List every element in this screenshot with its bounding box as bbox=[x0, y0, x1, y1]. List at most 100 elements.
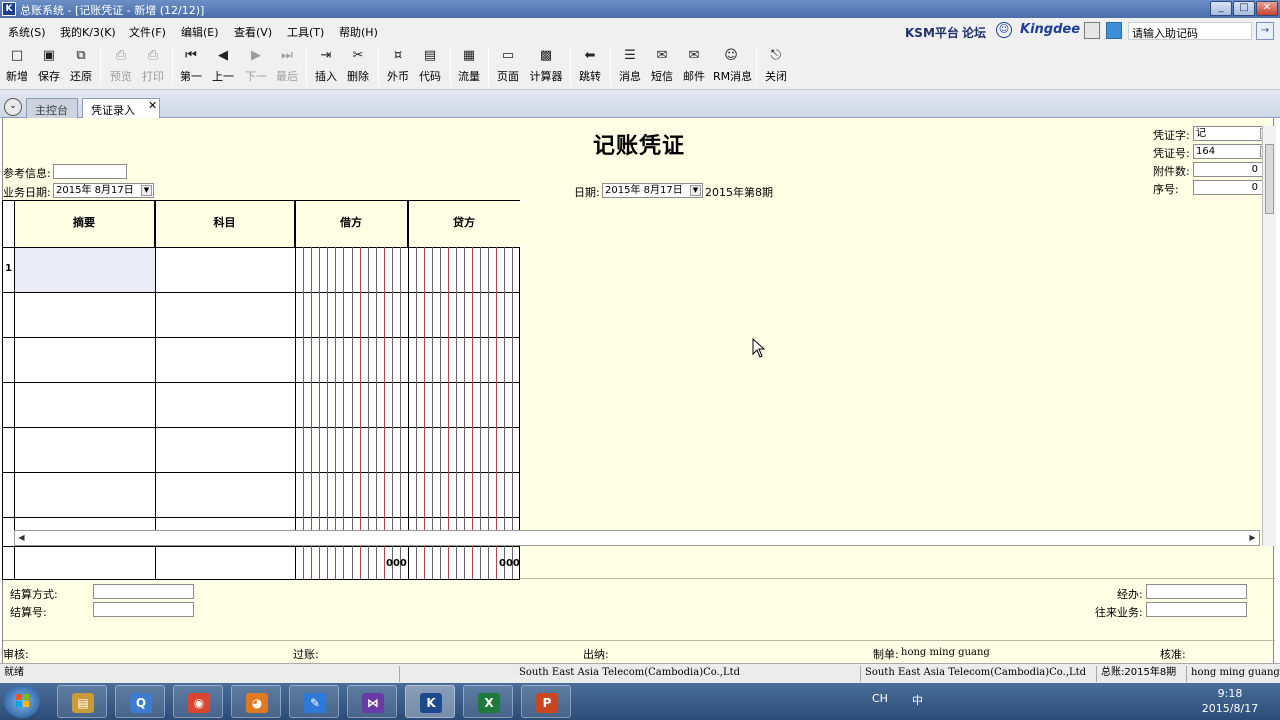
menu-my-k3[interactable]: 我的K/3(K) bbox=[60, 24, 116, 40]
menu-system[interactable]: 系统(S) bbox=[8, 24, 46, 40]
vertical-scrollbar[interactable] bbox=[1262, 126, 1276, 546]
help-code-go-button[interactable]: → bbox=[1256, 22, 1274, 40]
ksm-platform-link[interactable]: KSM平台 bbox=[905, 24, 959, 41]
clock[interactable]: 9:18 2015/8/17 bbox=[1200, 686, 1260, 716]
close-tab-icon[interactable]: ✕ bbox=[148, 99, 157, 112]
taskbar-firefox[interactable]: ◕ bbox=[231, 685, 281, 718]
scrollbar-thumb[interactable] bbox=[1265, 144, 1274, 214]
page-button[interactable]: ▭ 页面 bbox=[495, 46, 521, 88]
forum-link[interactable]: 论坛 bbox=[962, 24, 986, 41]
help-code-input[interactable]: 请输入助记码 bbox=[1128, 22, 1252, 40]
delete-icon: ✂ bbox=[352, 48, 364, 63]
excel-icon: X bbox=[478, 693, 500, 713]
menu-tools[interactable]: 工具(T) bbox=[287, 24, 324, 40]
voucher-no-input[interactable]: 164 ▼ bbox=[1193, 144, 1273, 159]
next-button[interactable]: ▶ 下一 bbox=[243, 46, 269, 88]
previous-button[interactable]: ◀ 上一 bbox=[210, 46, 236, 88]
attachments-stepper[interactable]: 0 ▲ ▼ bbox=[1193, 162, 1273, 177]
column-credit: 贷方 bbox=[408, 201, 520, 247]
menu-help[interactable]: 帮助(H) bbox=[339, 24, 378, 40]
business-input[interactable] bbox=[1146, 602, 1247, 617]
dropdown-arrow-icon[interactable]: ▼ bbox=[690, 185, 701, 196]
menu-edit[interactable]: 编辑(E) bbox=[181, 24, 219, 40]
email-button[interactable]: ✉ 邮件 bbox=[681, 46, 707, 88]
jump-button[interactable]: ⬅ 跳转 bbox=[577, 46, 603, 88]
taskbar-kingdee-k3[interactable]: K bbox=[405, 685, 455, 718]
first-button[interactable]: ⏮ 第一 bbox=[178, 46, 204, 88]
chat-icon: ☺ bbox=[724, 48, 738, 63]
start-button[interactable] bbox=[4, 685, 40, 718]
foreign-currency-button[interactable]: ¤ 外币 bbox=[385, 46, 411, 88]
chevron-down-icon[interactable]: ⌄ bbox=[4, 98, 22, 116]
tab-strip: ⌄ 主控台 凭证录入 ✕ bbox=[0, 90, 1280, 118]
biz-date-label: 业务日期: bbox=[3, 186, 51, 199]
voucher-word-select[interactable]: 记 ▼ bbox=[1193, 126, 1273, 141]
new-button[interactable]: □ 新增 bbox=[4, 46, 30, 88]
preview-icon: ⎙ bbox=[115, 48, 127, 63]
taskbar-visual-studio[interactable]: ⋈ bbox=[347, 685, 397, 718]
horizontal-scrollbar[interactable]: ◀ ▶ bbox=[14, 530, 1260, 546]
preview-button[interactable]: ⎙ 预览 bbox=[108, 46, 134, 88]
settle-no-input[interactable] bbox=[93, 602, 194, 617]
toolbar-separator bbox=[610, 48, 611, 86]
close-button[interactable]: ⎋ 关闭 bbox=[763, 46, 789, 88]
menu-file[interactable]: 文件(F) bbox=[129, 24, 166, 40]
settle-method-input[interactable] bbox=[93, 584, 194, 599]
dropdown-arrow-icon[interactable]: ▼ bbox=[141, 185, 152, 196]
refresh-icon[interactable] bbox=[1106, 22, 1122, 39]
summary-cell-active[interactable] bbox=[15, 248, 155, 292]
smiley-icon[interactable]: ☺ bbox=[996, 22, 1012, 38]
column-account: 科目 bbox=[155, 201, 295, 247]
phone-icon[interactable] bbox=[1084, 22, 1100, 39]
message-icon: ☰ bbox=[624, 48, 636, 63]
date-label: 日期: bbox=[574, 186, 600, 199]
menu-bar: 系统(S) 我的K/3(K) 文件(F) 编辑(E) 查看(V) 工具(T) 帮… bbox=[0, 18, 1280, 44]
date-picker[interactable]: 2015年 8月17日 ▼ bbox=[602, 183, 703, 198]
tab-main-console[interactable]: 主控台 bbox=[26, 98, 78, 118]
taskbar-pen-app[interactable]: ✎ bbox=[289, 685, 339, 718]
currency-icon: ¤ bbox=[393, 48, 403, 63]
minimize-button[interactable]: _ bbox=[1210, 1, 1232, 16]
biz-date-picker[interactable]: 2015年 8月17日 ▼ bbox=[53, 183, 154, 198]
calculator-button[interactable]: ▩ 计算器 bbox=[528, 46, 564, 88]
message-button[interactable]: ☰ 消息 bbox=[617, 46, 643, 88]
restore-icon: ⧉ bbox=[76, 48, 86, 63]
windows-logo-icon bbox=[16, 694, 30, 708]
maximize-button[interactable]: □ bbox=[1233, 1, 1255, 16]
grid-line bbox=[295, 201, 296, 579]
taskbar-qq[interactable]: Q bbox=[115, 685, 165, 718]
taskbar-excel[interactable]: X bbox=[463, 685, 513, 718]
taskbar-chrome[interactable]: ◉ bbox=[173, 685, 223, 718]
sms-button[interactable]: ✉ 短信 bbox=[649, 46, 675, 88]
voucher-entry-grid: 摘要 科目 借方 贷方 1 000 000 bbox=[2, 200, 520, 580]
cash-flow-button[interactable]: ▦ 流量 bbox=[456, 46, 482, 88]
taskbar-file-explorer[interactable]: ▤ bbox=[57, 685, 107, 718]
ledger-period: 总账:2015年8期 bbox=[1096, 666, 1186, 682]
rm-message-button[interactable]: ☺ RM消息 bbox=[713, 46, 752, 88]
menu-view[interactable]: 查看(V) bbox=[234, 24, 272, 40]
code-button[interactable]: ▤ 代码 bbox=[417, 46, 443, 88]
divider bbox=[3, 640, 1275, 641]
grid-line bbox=[3, 427, 520, 428]
scroll-right-icon[interactable]: ▶ bbox=[1246, 532, 1259, 544]
print-button[interactable]: ⎙ 打印 bbox=[140, 46, 166, 88]
grid-line bbox=[3, 382, 520, 383]
save-button[interactable]: ▣ 保存 bbox=[36, 46, 62, 88]
handler-input[interactable] bbox=[1146, 584, 1247, 599]
language-indicator[interactable]: CH bbox=[872, 692, 888, 705]
last-icon: ⏭ bbox=[281, 48, 293, 63]
last-button[interactable]: ⏭ 最后 bbox=[274, 46, 300, 88]
ime-indicator[interactable]: 中 bbox=[912, 692, 923, 708]
credit-total: 000 bbox=[499, 558, 520, 569]
taskbar-powerpoint[interactable]: P bbox=[521, 685, 571, 718]
restore-button[interactable]: ⧉ 还原 bbox=[68, 46, 94, 88]
status-text: 就绪 bbox=[4, 667, 24, 678]
insert-button[interactable]: ⇥ 插入 bbox=[313, 46, 339, 88]
scroll-left-icon[interactable]: ◀ bbox=[15, 532, 28, 544]
close-window-button[interactable]: ✕ bbox=[1256, 1, 1278, 16]
visual-studio-icon: ⋈ bbox=[362, 693, 384, 713]
ref-info-input[interactable] bbox=[53, 164, 127, 179]
seq-stepper[interactable]: 0 ▲ ▼ bbox=[1193, 180, 1273, 195]
voucher-no-label: 凭证号: bbox=[1153, 147, 1190, 160]
delete-button[interactable]: ✂ 删除 bbox=[345, 46, 371, 88]
